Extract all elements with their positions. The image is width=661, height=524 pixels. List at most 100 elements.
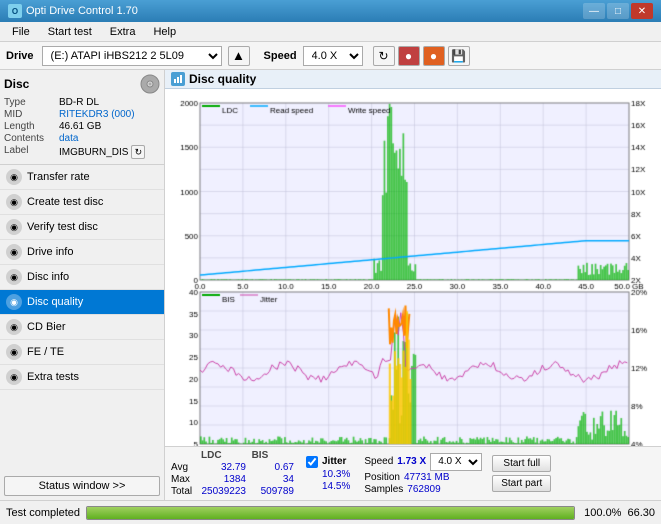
nav-disc-quality-label: Disc quality bbox=[27, 296, 83, 308]
nav-fe-te-label: FE / TE bbox=[27, 346, 64, 358]
nav-verify-test-disc[interactable]: ◉ Verify test disc bbox=[0, 215, 164, 240]
drive-select[interactable]: (E:) ATAPI iHBS212 2 5L09 bbox=[42, 46, 222, 66]
start-part-button[interactable]: Start part bbox=[492, 475, 551, 492]
chart-title: Disc quality bbox=[189, 72, 256, 86]
jitter-header-row: Jitter bbox=[306, 456, 350, 468]
drive-label: Drive bbox=[6, 50, 34, 62]
nav-drive-info[interactable]: ◉ Drive info bbox=[0, 240, 164, 265]
nav-disc-info-label: Disc info bbox=[27, 271, 69, 283]
drive-info-icon: ◉ bbox=[6, 244, 22, 260]
start-full-button[interactable]: Start full bbox=[492, 455, 551, 472]
max-row: Max 1384 34 bbox=[171, 474, 294, 485]
nav-cd-bier-label: CD Bier bbox=[27, 321, 66, 333]
nav-transfer-rate-label: Transfer rate bbox=[27, 171, 90, 183]
nav-items: ◉ Transfer rate ◉ Create test disc ◉ Ver… bbox=[0, 165, 164, 472]
drive-icon-btn2[interactable]: ● bbox=[423, 46, 445, 66]
label-container: IMGBURN_DIS ↻ bbox=[59, 145, 145, 159]
eject-button[interactable]: ▲ bbox=[228, 46, 250, 66]
label-refresh-button[interactable]: ↻ bbox=[131, 145, 145, 159]
nav-cd-bier[interactable]: ◉ CD Bier bbox=[0, 315, 164, 340]
speed-stat-value: 1.73 X bbox=[397, 456, 426, 467]
jitter-checkbox[interactable] bbox=[306, 456, 318, 468]
samples-row: Samples 762809 bbox=[364, 484, 482, 495]
menu-extra[interactable]: Extra bbox=[102, 24, 144, 40]
jitter-stats: Jitter 10.3% 14.5% bbox=[306, 456, 350, 492]
start-buttons: Start full Start part bbox=[492, 455, 551, 492]
drive-icon-btn1[interactable]: ● bbox=[398, 46, 420, 66]
samples-value: 762809 bbox=[407, 484, 440, 495]
disc-info-icon: ◉ bbox=[6, 269, 22, 285]
menu-start-test[interactable]: Start test bbox=[40, 24, 100, 40]
speed-stat-select[interactable]: 4.0 X bbox=[430, 453, 482, 471]
stats-header: LDC BIS bbox=[171, 450, 294, 461]
total-row: Total 25039223 509789 bbox=[171, 486, 294, 497]
total-ldc: 25039223 bbox=[199, 486, 254, 497]
speed-stat-label: Speed bbox=[364, 456, 393, 467]
length-value: 46.61 GB bbox=[59, 121, 101, 132]
refresh-drive-button[interactable]: ↻ bbox=[373, 46, 395, 66]
mid-value[interactable]: RITEKDR3 (000) bbox=[59, 109, 135, 120]
disc-label-row: Label IMGBURN_DIS ↻ bbox=[4, 145, 160, 159]
nav-disc-info[interactable]: ◉ Disc info bbox=[0, 265, 164, 290]
progress-bar-inner bbox=[87, 507, 574, 519]
max-ldc: 1384 bbox=[199, 474, 254, 485]
avg-row: Avg 32.79 0.67 bbox=[171, 462, 294, 473]
nav-transfer-rate[interactable]: ◉ Transfer rate bbox=[0, 165, 164, 190]
nav-create-test-disc[interactable]: ◉ Create test disc bbox=[0, 190, 164, 215]
progress-percent: 100.0% bbox=[581, 507, 621, 519]
jitter-avg-val: 10.3% bbox=[306, 469, 350, 480]
bis-header: BIS bbox=[252, 450, 269, 461]
disc-quality-chart bbox=[165, 89, 661, 446]
contents-value[interactable]: data bbox=[59, 133, 78, 144]
app-icon: O bbox=[8, 4, 22, 18]
title-bar-buttons[interactable]: — □ ✕ bbox=[583, 3, 653, 19]
save-button[interactable]: 💾 bbox=[448, 46, 470, 66]
sidebar: Disc Type BD-R DL MID RITEKDR3 (000) Le bbox=[0, 70, 165, 500]
fe-te-icon: ◉ bbox=[6, 344, 22, 360]
nav-drive-info-label: Drive info bbox=[27, 246, 73, 258]
speed-row: Speed 1.73 X 4.0 X bbox=[364, 453, 482, 471]
transfer-rate-icon: ◉ bbox=[6, 169, 22, 185]
minimize-button[interactable]: — bbox=[583, 3, 605, 19]
drive-icons: ↻ ● ● 💾 bbox=[373, 46, 470, 66]
close-button[interactable]: ✕ bbox=[631, 3, 653, 19]
status-window-button[interactable]: Status window >> bbox=[4, 476, 160, 496]
mid-label: MID bbox=[4, 109, 59, 120]
type-label: Type bbox=[4, 97, 59, 108]
max-bis: 34 bbox=[254, 474, 294, 485]
menu-help[interactable]: Help bbox=[145, 24, 184, 40]
nav-extra-tests-label: Extra tests bbox=[27, 371, 79, 383]
status-value: 66.30 bbox=[627, 507, 655, 519]
total-label: Total bbox=[171, 486, 199, 497]
disc-contents-row: Contents data bbox=[4, 133, 160, 144]
jitter-label: Jitter bbox=[322, 456, 346, 467]
type-value: BD-R DL bbox=[59, 97, 99, 108]
disc-icon[interactable] bbox=[140, 74, 160, 94]
drive-bar: Drive (E:) ATAPI iHBS212 2 5L09 ▲ Speed … bbox=[0, 42, 661, 70]
contents-label: Contents bbox=[4, 133, 59, 144]
disc-quality-icon: ◉ bbox=[6, 294, 22, 310]
position-row: Position 47731 MB bbox=[364, 472, 482, 483]
avg-bis: 0.67 bbox=[254, 462, 294, 473]
menu-file[interactable]: File bbox=[4, 24, 38, 40]
charts-area bbox=[165, 89, 661, 446]
main-content: Disc Type BD-R DL MID RITEKDR3 (000) Le bbox=[0, 70, 661, 500]
label-value: IMGBURN_DIS bbox=[59, 147, 128, 158]
speed-label: Speed bbox=[264, 50, 297, 62]
maximize-button[interactable]: □ bbox=[607, 3, 629, 19]
nav-disc-quality[interactable]: ◉ Disc quality bbox=[0, 290, 164, 315]
total-bis: 509789 bbox=[254, 486, 294, 497]
disc-mid-row: MID RITEKDR3 (000) bbox=[4, 109, 160, 120]
nav-create-test-disc-label: Create test disc bbox=[27, 196, 103, 208]
cd-bier-icon: ◉ bbox=[6, 319, 22, 335]
progress-label: Test completed bbox=[6, 507, 80, 519]
nav-extra-tests[interactable]: ◉ Extra tests bbox=[0, 365, 164, 390]
label-label: Label bbox=[4, 145, 59, 159]
chart-header: Disc quality bbox=[165, 70, 661, 89]
speed-select[interactable]: 4.0 X bbox=[303, 46, 363, 66]
progress-bar-area: Test completed 100.0% 66.30 bbox=[0, 500, 661, 524]
nav-fe-te[interactable]: ◉ FE / TE bbox=[0, 340, 164, 365]
stats-footer: LDC BIS Avg 32.79 0.67 Max 1384 34 Tot bbox=[165, 446, 661, 500]
create-test-disc-icon: ◉ bbox=[6, 194, 22, 210]
extra-tests-icon: ◉ bbox=[6, 369, 22, 385]
